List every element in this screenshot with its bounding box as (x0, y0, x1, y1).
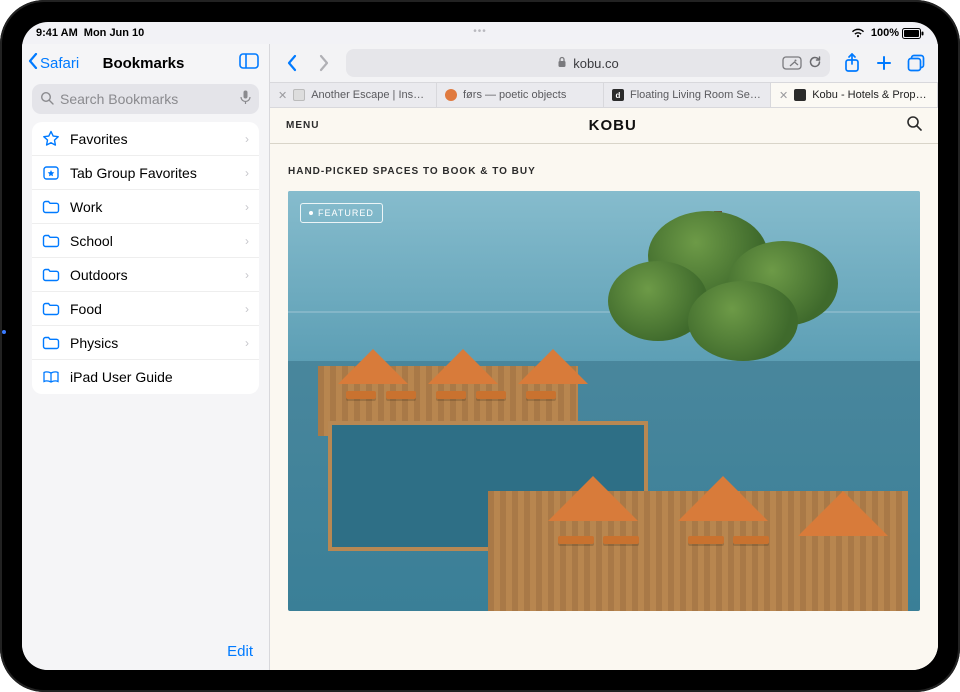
book-icon (42, 368, 60, 386)
hero-lounger (526, 391, 556, 399)
hero-lounger (688, 536, 724, 544)
address-bar[interactable]: kobu.co (346, 49, 830, 77)
folder-icon (42, 266, 60, 284)
hero-lounger (603, 536, 639, 544)
folder-icon (42, 300, 60, 318)
star-icon (42, 130, 60, 148)
webpage-header: MENU KOBU (270, 108, 938, 144)
tab-another-escape[interactable]: ✕ Another Escape | Inspir… (270, 83, 437, 107)
back-label: Safari (40, 55, 79, 72)
chevron-right-icon: › (245, 132, 249, 146)
webpage-tagline: HAND-PICKED SPACES TO BOOK & TO BUY (270, 144, 938, 191)
folder-icon (42, 232, 60, 250)
favicon-icon (794, 89, 806, 101)
browser-content: kobu.co (270, 44, 938, 670)
lock-icon (557, 56, 567, 71)
chevron-right-icon: › (245, 336, 249, 350)
featured-badge: FEATURED (300, 203, 383, 223)
sidebar-item-label: iPad User Guide (70, 369, 249, 385)
edit-button[interactable]: Edit (227, 643, 253, 660)
share-button[interactable] (838, 49, 866, 77)
sidebar-item-ipad-user-guide[interactable]: iPad User Guide (32, 360, 259, 394)
sidebar-item-label: Tab Group Favorites (70, 165, 235, 181)
bookmarks-sidebar: Safari Bookmarks Search Bookmarks (22, 44, 270, 670)
nav-back-button[interactable] (278, 49, 306, 77)
search-bookmarks-input[interactable]: Search Bookmarks (32, 84, 259, 114)
sidebar-item-label: Physics (70, 335, 235, 351)
featured-label: FEATURED (318, 208, 374, 218)
favicon-icon: d (612, 89, 624, 101)
tab-floating-living-room[interactable]: d Floating Living Room Se… (604, 83, 771, 107)
webpage[interactable]: MENU KOBU HAND-PICKED SPACES TO BOOK & T… (270, 108, 938, 670)
sidebar-item-physics[interactable]: Physics › (32, 326, 259, 360)
ipad-device-frame: ••• 9:41 AM Mon Jun 10 100% (0, 0, 960, 692)
page-indicator-dot (2, 330, 6, 334)
webpage-menu-button[interactable]: MENU (286, 120, 319, 131)
hero-lounger (476, 391, 506, 399)
chevron-left-icon (28, 53, 38, 73)
status-time: 9:41 AM (36, 27, 78, 39)
hero-lounger (558, 536, 594, 544)
hero-lounger (386, 391, 416, 399)
webpage-search-button[interactable] (906, 115, 922, 136)
tab-strip: ✕ Another Escape | Inspir… førs — poetic… (270, 82, 938, 108)
new-tab-button[interactable] (870, 49, 898, 77)
tab-group-star-icon (42, 164, 60, 182)
reload-button[interactable] (808, 55, 822, 72)
battery-icon (902, 28, 924, 39)
sidebar-item-outdoors[interactable]: Outdoors › (32, 258, 259, 292)
folder-icon (42, 334, 60, 352)
hero-lounger (436, 391, 466, 399)
tab-kobu[interactable]: ✕ Kobu - Hotels & Propert… (771, 83, 938, 107)
battery-percent: 100% (871, 27, 899, 39)
status-date: Mon Jun 10 (84, 27, 145, 39)
search-icon (40, 91, 54, 108)
tab-title: førs — poetic objects (463, 89, 595, 101)
screen: ••• 9:41 AM Mon Jun 10 100% (22, 22, 938, 670)
nav-forward-button[interactable] (310, 49, 338, 77)
close-icon[interactable]: ✕ (779, 89, 788, 102)
folder-icon (42, 198, 60, 216)
sidebar-item-label: Work (70, 199, 235, 215)
tab-title: Another Escape | Inspir… (311, 89, 428, 101)
close-icon[interactable]: ✕ (278, 89, 287, 102)
sidebar-item-label: Outdoors (70, 267, 235, 283)
sidebar-item-school[interactable]: School › (32, 224, 259, 258)
webpage-logo[interactable]: KOBU (589, 117, 637, 134)
tab-title: Kobu - Hotels & Propert… (812, 89, 929, 101)
multitask-handle-icon[interactable]: ••• (473, 26, 487, 37)
hero-image[interactable]: FEATURED (288, 191, 920, 611)
chevron-right-icon: › (245, 166, 249, 180)
search-placeholder: Search Bookmarks (60, 91, 178, 107)
sidebar-item-food[interactable]: Food › (32, 292, 259, 326)
favicon-icon (293, 89, 305, 101)
chevron-right-icon: › (245, 268, 249, 282)
hero-lounger (733, 536, 769, 544)
safari-toolbar: kobu.co (270, 44, 938, 82)
back-to-safari-button[interactable]: Safari (28, 53, 79, 73)
favicon-icon (445, 89, 457, 101)
dictation-icon[interactable] (240, 90, 251, 108)
wifi-icon (851, 28, 865, 38)
sidebar-item-label: Food (70, 301, 235, 317)
address-host: kobu.co (573, 56, 619, 71)
sidebar-item-work[interactable]: Work › (32, 190, 259, 224)
tab-fors[interactable]: førs — poetic objects (437, 83, 604, 107)
chevron-right-icon: › (245, 234, 249, 248)
sidebar-toggle-button[interactable] (239, 53, 259, 74)
sidebar-item-label: Favorites (70, 131, 235, 147)
page-settings-button[interactable] (782, 56, 802, 70)
chevron-right-icon: › (245, 200, 249, 214)
bookmarks-list: Favorites › Tab Group Favorites › Work › (32, 122, 259, 394)
tab-title: Floating Living Room Se… (630, 89, 762, 101)
sidebar-item-tab-group-favorites[interactable]: Tab Group Favorites › (32, 156, 259, 190)
hero-lounger (346, 391, 376, 399)
hero-tree (608, 211, 828, 431)
chevron-right-icon: › (245, 302, 249, 316)
tabs-overview-button[interactable] (902, 49, 930, 77)
sidebar-item-favorites[interactable]: Favorites › (32, 122, 259, 156)
sidebar-item-label: School (70, 233, 235, 249)
